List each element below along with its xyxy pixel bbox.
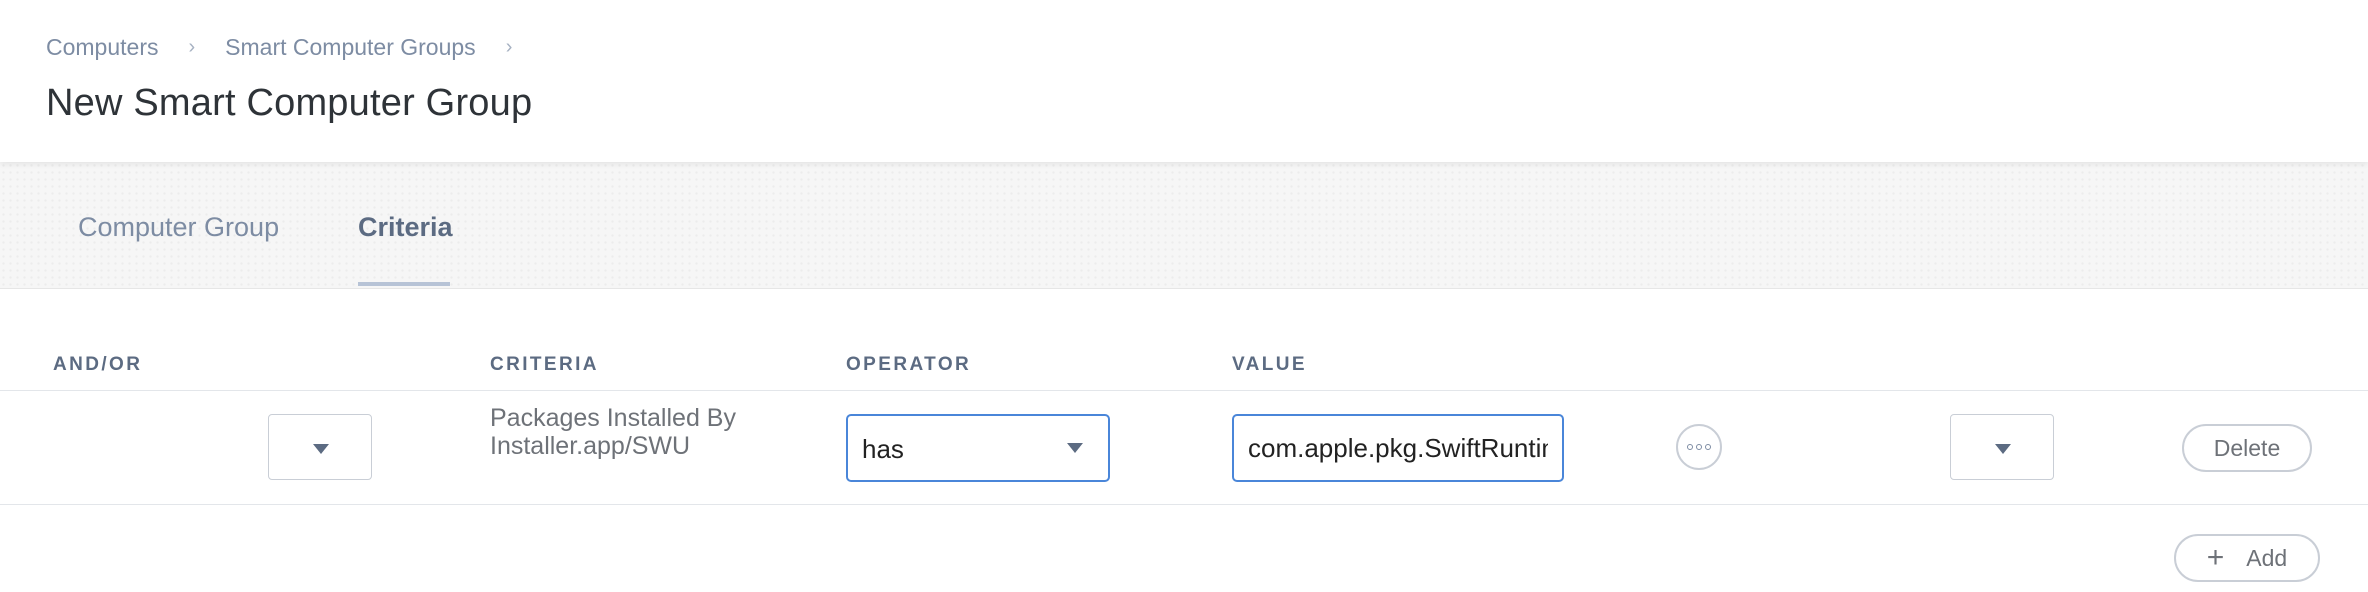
ellipsis-icon <box>1687 444 1693 450</box>
delete-button-label: Delete <box>2213 434 2281 461</box>
plus-icon: + <box>2206 541 2225 574</box>
add-criteria-button[interactable]: + Add <box>2174 534 2320 582</box>
operator-select[interactable]: has <box>846 414 1110 482</box>
criteria-name: Packages Installed By Installer.app/SWU <box>490 404 736 460</box>
column-header-value: VALUE <box>1232 354 1307 375</box>
close-paren-select[interactable] <box>1950 414 2054 480</box>
ellipsis-dot <box>1705 444 1711 450</box>
tab-computer-group[interactable]: Computer Group <box>78 212 279 243</box>
column-header-and-or: AND/OR <box>53 354 143 375</box>
tab-bar: Computer Group Criteria <box>0 162 2368 289</box>
breadcrumb-smart-computer-groups[interactable]: Smart Computer Groups <box>225 34 476 61</box>
chevron-down-icon <box>313 444 329 454</box>
page-title: New Smart Computer Group <box>46 82 533 124</box>
chevron-down-icon <box>1995 444 2011 454</box>
open-paren-select[interactable] <box>268 414 372 480</box>
header-divider <box>0 390 2368 391</box>
tab-criteria[interactable]: Criteria <box>358 212 453 243</box>
breadcrumb-computers[interactable]: Computers <box>46 34 158 61</box>
breadcrumb-separator-icon: › <box>505 36 513 58</box>
page-header: Computers › Smart Computer Groups › New … <box>0 0 2368 162</box>
column-header-criteria: CRITERIA <box>490 354 599 375</box>
more-options-button[interactable] <box>1676 424 1722 470</box>
active-tab-indicator <box>358 282 450 286</box>
value-input[interactable] <box>1232 414 1564 482</box>
operator-value: has <box>862 434 904 464</box>
breadcrumb: Computers › Smart Computer Groups › <box>46 34 542 61</box>
row-divider <box>0 504 2368 505</box>
column-header-operator: OPERATOR <box>846 354 972 375</box>
ellipsis-dot <box>1696 444 1702 450</box>
chevron-down-icon <box>1067 443 1083 453</box>
add-button-label: Add <box>2246 544 2288 571</box>
delete-button[interactable]: Delete <box>2182 424 2312 472</box>
breadcrumb-separator-icon: › <box>188 36 196 58</box>
